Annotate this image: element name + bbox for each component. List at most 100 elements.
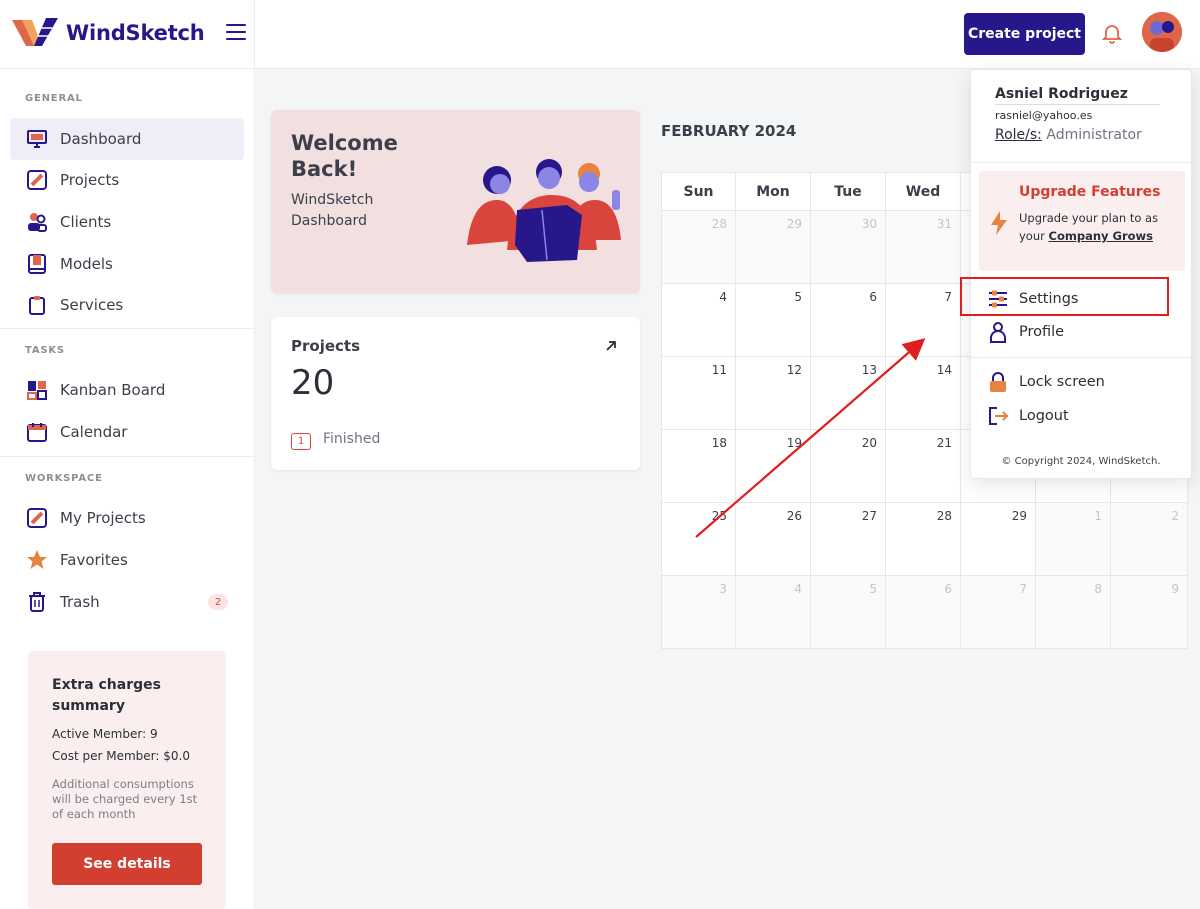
brand-name: WindSketch — [66, 21, 205, 45]
calendar-day[interactable]: 1 — [1036, 503, 1111, 576]
calendar-day[interactable]: 12 — [736, 357, 811, 430]
arrow-up-right-icon[interactable] — [604, 339, 618, 353]
lightning-icon — [991, 211, 1007, 235]
section-label-workspace: WORKSPACE — [25, 473, 103, 484]
extra-charges-note: Additional consumptions will be charged … — [52, 777, 198, 821]
profile-role: Role/s: Administrator — [995, 127, 1142, 143]
calendar-day[interactable]: 8 — [1036, 576, 1111, 649]
sidebar-item-label: Trash — [60, 593, 100, 611]
sidebar-item-clients[interactable]: Clients — [10, 201, 244, 243]
finished-count-badge: 1 — [291, 433, 311, 450]
pencil-square-icon — [26, 169, 48, 191]
calendar-day[interactable]: 20 — [811, 430, 886, 503]
book-icon — [26, 253, 48, 275]
menu-item-label: Profile — [1019, 324, 1065, 340]
menu-item-logout[interactable]: Logout — [987, 401, 1177, 431]
upgrade-features-card[interactable]: Upgrade Features Upgrade your plan to as… — [979, 171, 1185, 271]
calendar-day[interactable]: 14 — [886, 357, 961, 430]
menu-item-label: Lock screen — [1019, 374, 1105, 390]
sidebar-item-label: Clients — [60, 213, 112, 231]
projects-card-title: Projects — [291, 337, 361, 355]
calendar-day[interactable]: 29 — [736, 211, 811, 284]
calendar-day[interactable]: 19 — [736, 430, 811, 503]
calendar-day[interactable]: 2 — [1111, 503, 1188, 576]
weekday-header: Sun — [661, 172, 736, 211]
profile-dropdown: Asniel Rodriguez rasniel@yahoo.es Role/s… — [970, 69, 1192, 479]
extra-charges-card: Extra charges summary Active Member: 9 C… — [28, 651, 226, 909]
calendar-icon — [26, 421, 48, 443]
sidebar-divider — [0, 328, 254, 329]
sidebar-item-label: Dashboard — [60, 130, 142, 148]
calendar-day[interactable]: 6 — [886, 576, 961, 649]
create-project-button[interactable]: Create project — [964, 13, 1085, 55]
calendar-day[interactable]: 30 — [811, 211, 886, 284]
see-details-button[interactable]: See details — [52, 843, 202, 885]
copyright-text: © Copyright 2024, WindSketch. — [1001, 456, 1161, 467]
sidebar-item-kanban-board[interactable]: Kanban Board — [10, 369, 244, 411]
pencil-square-icon — [26, 507, 48, 529]
star-icon — [26, 549, 48, 571]
calendar-day[interactable]: 5 — [811, 576, 886, 649]
profile-email: rasniel@yahoo.es — [995, 109, 1093, 122]
calendar-day[interactable]: 25 — [661, 503, 736, 576]
role-label: Role/s: — [995, 127, 1042, 143]
sidebar-item-trash[interactable]: Trash 2 — [10, 581, 244, 623]
company-grows-link[interactable]: Company Grows — [1049, 229, 1153, 243]
weekday-header: Tue — [811, 172, 886, 211]
clipboard-icon — [26, 294, 48, 316]
sidebar-item-label: Models — [60, 255, 113, 273]
team-illustration — [467, 159, 621, 262]
calendar-day[interactable]: 7 — [886, 284, 961, 357]
bell-icon[interactable] — [1100, 21, 1124, 45]
sidebar-item-label: Kanban Board — [60, 381, 166, 399]
calendar-day[interactable]: 27 — [811, 503, 886, 576]
sidebar-item-dashboard[interactable]: Dashboard — [10, 118, 244, 160]
sidebar-item-label: Projects — [60, 171, 120, 189]
calendar-day[interactable]: 3 — [661, 576, 736, 649]
sidebar: GENERAL Dashboard Projects Clients Model… — [0, 69, 255, 909]
sidebar-item-label: Services — [60, 296, 124, 314]
calendar-day[interactable]: 7 — [961, 576, 1036, 649]
projects-card[interactable]: Projects 20 1 Finished — [271, 317, 640, 470]
header-divider — [254, 0, 255, 69]
sidebar-item-projects[interactable]: Projects — [10, 159, 244, 201]
calendar-day[interactable]: 18 — [661, 430, 736, 503]
calendar-day[interactable]: 28 — [661, 211, 736, 284]
top-bar: WindSketch Create project — [0, 0, 1200, 69]
role-value: Administrator — [1046, 127, 1142, 143]
calendar-day[interactable]: 26 — [736, 503, 811, 576]
trash-count-badge: 2 — [208, 594, 228, 610]
calendar-day[interactable]: 29 — [961, 503, 1036, 576]
calendar-day[interactable]: 9 — [1111, 576, 1188, 649]
menu-item-lock-screen[interactable]: Lock screen — [987, 367, 1177, 397]
calendar-day[interactable]: 28 — [886, 503, 961, 576]
sidebar-item-calendar[interactable]: Calendar — [10, 411, 244, 453]
user-avatar[interactable] — [1142, 12, 1182, 52]
dropdown-divider — [971, 162, 1191, 163]
calendar-month-title: FEBRUARY 2024 — [661, 122, 797, 140]
brand-logo[interactable]: WindSketch — [12, 16, 205, 50]
calendar-day[interactable]: 4 — [736, 576, 811, 649]
calendar-day[interactable]: 11 — [661, 357, 736, 430]
dropdown-divider — [971, 357, 1191, 358]
sidebar-item-my-projects[interactable]: My Projects — [10, 497, 244, 539]
calendar-day[interactable]: 5 — [736, 284, 811, 357]
calendar-day[interactable]: 6 — [811, 284, 886, 357]
calendar-day[interactable]: 31 — [886, 211, 961, 284]
menu-item-profile[interactable]: Profile — [987, 317, 1177, 347]
menu-item-label: Logout — [1019, 408, 1069, 424]
kanban-icon — [26, 379, 48, 401]
upgrade-title: Upgrade Features — [1019, 184, 1161, 200]
sidebar-item-favorites[interactable]: Favorites — [10, 539, 244, 581]
calendar-day[interactable]: 4 — [661, 284, 736, 357]
calendar-day[interactable]: 13 — [811, 357, 886, 430]
sidebar-item-services[interactable]: Services — [10, 284, 244, 326]
calendar-day[interactable]: 21 — [886, 430, 961, 503]
section-label-tasks: TASKS — [25, 345, 65, 356]
upgrade-text: Upgrade your plan to as your Company Gro… — [1019, 209, 1179, 245]
sidebar-divider — [0, 456, 254, 457]
profile-name: Asniel Rodriguez — [995, 86, 1160, 105]
extra-charges-title: Extra charges summary — [52, 677, 161, 714]
menu-toggle-icon[interactable] — [226, 24, 246, 40]
sidebar-item-models[interactable]: Models — [10, 243, 244, 285]
